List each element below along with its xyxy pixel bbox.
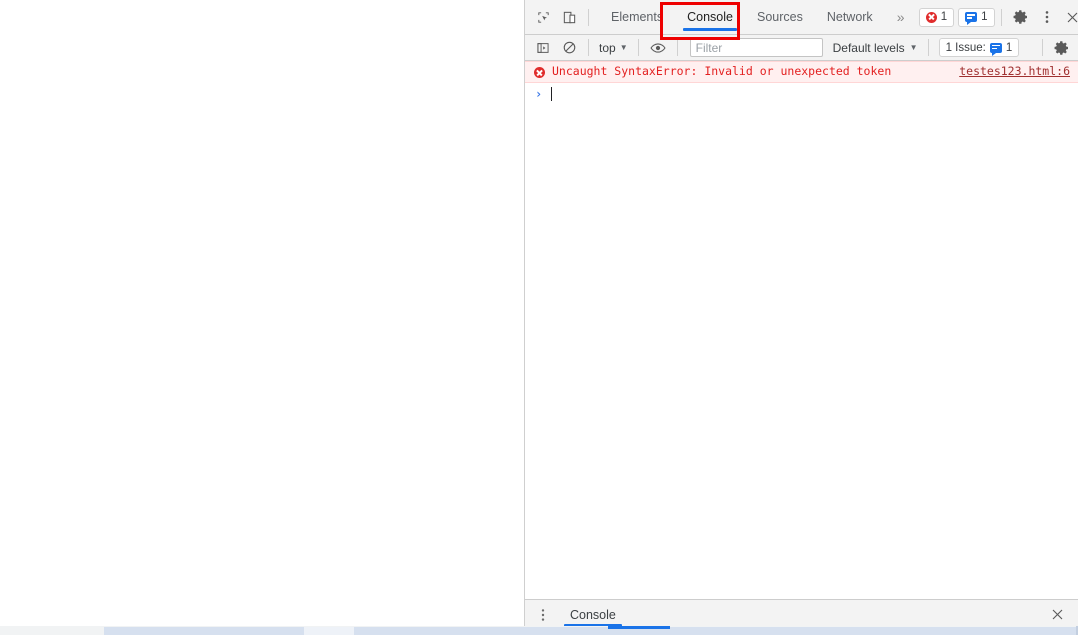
error-count-badge[interactable]: 1 (918, 7, 955, 27)
drawer-right-group (1044, 602, 1078, 628)
error-count-label: 1 (940, 11, 948, 23)
drawer-tab-label: Console (570, 607, 616, 622)
console-sidebar-icon[interactable] (530, 35, 556, 61)
issues-label: 1 Issue: (945, 41, 986, 54)
devtools-tabs: Elements Console Sources Network » (599, 0, 915, 34)
context-label: top (599, 40, 616, 55)
filter-input[interactable] (689, 38, 823, 57)
console-prompt-icon: › (535, 87, 543, 101)
screen: Elements Console Sources Network » 1 1 t… (0, 0, 1078, 635)
chevron-down-icon: ▼ (909, 42, 918, 52)
tab-label: Sources (756, 10, 803, 24)
levels-label: Default levels (832, 40, 905, 55)
devtools-panel: Elements Console Sources Network » 1 1 t… (525, 0, 1078, 629)
toolbar-divider (588, 39, 589, 56)
taskbar-item[interactable] (354, 627, 754, 635)
devtools-tabstrip: Elements Console Sources Network » 1 1 (525, 0, 1078, 35)
tab-label: Elements (611, 10, 664, 24)
log-levels-selector[interactable]: Default levels ▼ (829, 41, 922, 55)
toolbar-divider (927, 39, 929, 56)
device-toolbar-icon[interactable] (556, 4, 582, 30)
chevron-down-icon: ▼ (619, 42, 628, 52)
gear-icon[interactable] (1049, 35, 1075, 61)
error-circle-icon (534, 67, 545, 78)
tabstrip-right-group: 1 1 (915, 4, 1078, 30)
page-viewport[interactable] (0, 0, 525, 629)
message-bubble-icon (989, 42, 1002, 56)
toolbar-divider (637, 39, 639, 56)
console-context-selector[interactable]: top ▼ (595, 38, 632, 58)
text-caret (551, 87, 553, 101)
taskbar-item[interactable] (754, 627, 1078, 635)
console-error-row[interactable]: Uncaught SyntaxError: Invalid or unexpec… (525, 61, 1078, 83)
console-output[interactable]: Uncaught SyntaxError: Invalid or unexpec… (525, 61, 1078, 599)
more-vertical-icon[interactable] (1034, 4, 1060, 30)
more-vertical-icon[interactable] (530, 602, 556, 628)
console-toolbar: top ▼ Default levels ▼ 1 Issue: 1 (525, 35, 1078, 61)
clear-console-icon[interactable] (556, 35, 582, 61)
message-count-badge[interactable]: 1 (958, 7, 995, 27)
more-tabs-chevron-icon[interactable]: » (885, 0, 915, 34)
message-count-label: 1 (981, 11, 988, 23)
more-tabs-label: » (896, 9, 905, 25)
inspect-element-icon[interactable] (530, 4, 556, 30)
message-bubble-icon (965, 12, 978, 25)
taskbar-item[interactable] (304, 627, 354, 635)
toolbar-divider (1000, 8, 1002, 26)
close-icon[interactable] (1060, 4, 1078, 30)
console-toolbar-right-group (1036, 35, 1078, 61)
console-input-row[interactable]: › (525, 83, 1078, 105)
gear-icon[interactable] (1008, 4, 1034, 30)
devtools-drawer: Console (525, 599, 1078, 629)
taskbar-active-indicator (608, 626, 670, 629)
console-error-source-link[interactable]: testes123.html:6 (951, 64, 1070, 79)
taskbar-item[interactable] (104, 627, 304, 635)
tab-elements[interactable]: Elements (599, 0, 675, 34)
tab-label: Console (687, 10, 733, 24)
tab-console[interactable]: Console (675, 0, 745, 34)
issues-count: 1 (1005, 41, 1013, 54)
tab-network[interactable]: Network (815, 0, 885, 34)
error-circle-icon (925, 11, 937, 23)
live-expression-eye-icon[interactable] (645, 35, 671, 61)
tab-label: Network (826, 10, 873, 24)
toolbar-divider (676, 39, 678, 56)
toolbar-divider (1042, 39, 1043, 56)
toolbar-divider (588, 8, 589, 26)
issues-badge[interactable]: 1 Issue: 1 (938, 38, 1020, 57)
drawer-tab-console[interactable]: Console (556, 600, 630, 629)
console-error-message: Uncaught SyntaxError: Invalid or unexpec… (552, 64, 892, 78)
close-icon[interactable] (1044, 602, 1070, 628)
taskbar[interactable] (0, 626, 1078, 635)
tab-sources[interactable]: Sources (745, 0, 815, 34)
